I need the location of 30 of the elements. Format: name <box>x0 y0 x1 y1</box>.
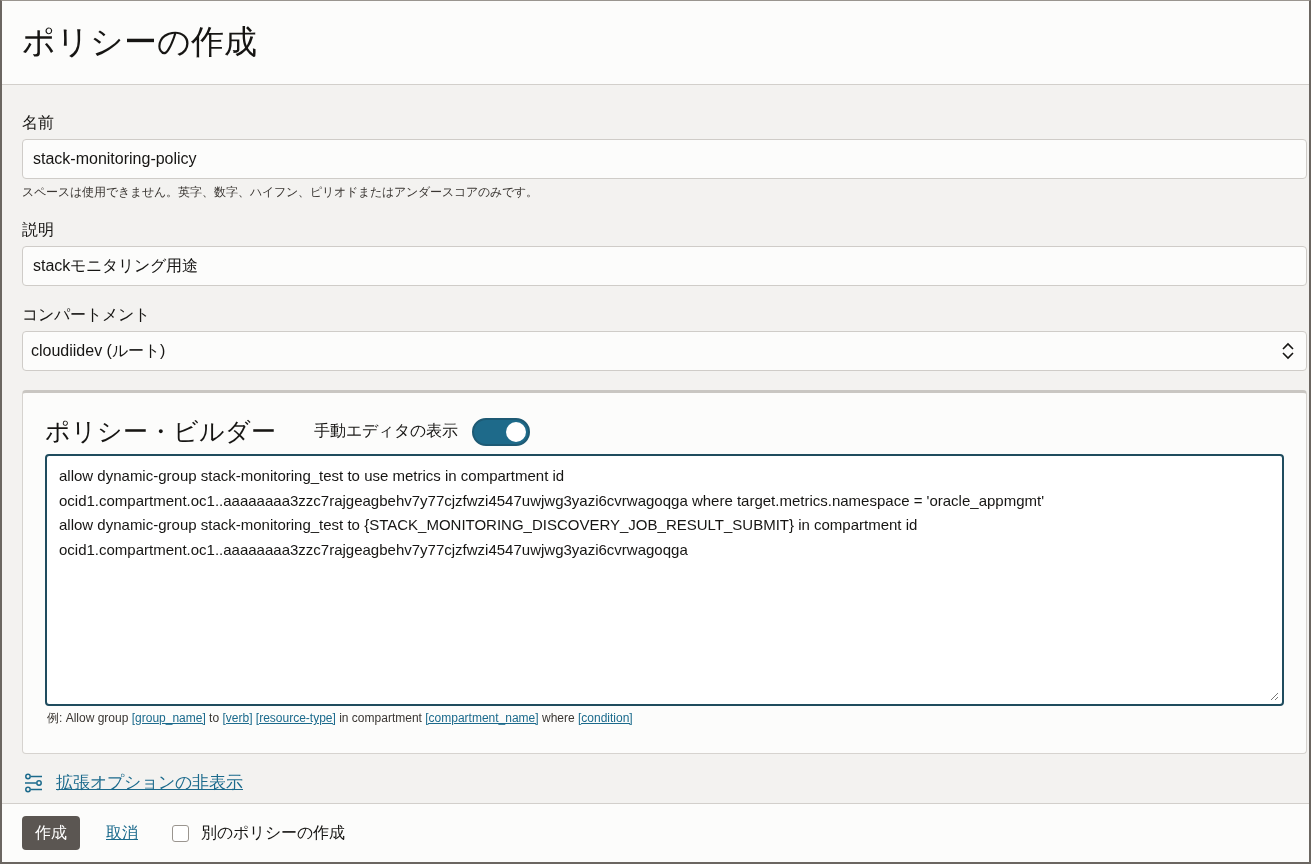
cancel-link[interactable]: 取消 <box>106 822 138 844</box>
field-label: 名前 <box>22 113 55 133</box>
section-title: ポリシー・ビルダー <box>45 416 276 447</box>
example-link[interactable]: [group_name] <box>131 711 206 725</box>
policy-statement-line: ocid1.compartment.oc1..aaaaaaaa3zzc7rajgeagbehv7y77cjzfwzi4547uwjwg3yazi6cvrwagoqga <box>59 539 689 560</box>
policy-editor[interactable] <box>45 454 1284 706</box>
input-field[interactable]: stack-monitoring-policy <box>22 139 1307 179</box>
policy-statement-line: allow dynamic-group stack-monitoring_test to {STACK_MONITORING_DISCOVERY_JOB_RESULT_SUBMIT} in compartment id <box>59 515 919 535</box>
checkbox[interactable] <box>172 824 189 842</box>
example-text: 例: Allow group [group_name] to [verb] [resource-type] in compartment [compartment_name] where [condition] <box>47 710 634 727</box>
policy-statement-line: ocid1.compartment.oc1..aaaaaaaa3zzc7rajgeagbehv7y77cjzfwzi4547uwjwg3yazi6cvrwagoqga where target.metrics.namespace = 'oracle_appmgmt' <box>59 490 1046 511</box>
compartment-select[interactable]: cloudiidev (ルート) <box>22 331 1307 371</box>
sliders-icon <box>24 772 44 793</box>
chevron-up-down-icon <box>1282 342 1294 360</box>
example-link[interactable]: [condition] <box>578 711 633 725</box>
checkbox-label: 別のポリシーの作成 <box>201 822 345 843</box>
example-link[interactable]: [verb] <box>222 711 253 725</box>
field-label: コンパートメント <box>22 305 151 325</box>
example-link[interactable]: [compartment_name] <box>425 711 539 725</box>
hide-advanced-options-link[interactable]: 拡張オプションの非表示 <box>56 771 243 794</box>
create-button[interactable]: 作成 <box>22 816 80 850</box>
page-title: ポリシーの作成 <box>22 22 257 62</box>
policy-statement-line: allow dynamic-group stack-monitoring_test to use metrics in compartment id <box>59 466 566 486</box>
toggle-switch[interactable] <box>472 417 530 446</box>
input-field[interactable]: stackモニタリング用途 <box>22 246 1307 286</box>
example-link[interactable]: [resource-type] <box>255 711 336 725</box>
field-label: 説明 <box>22 220 55 240</box>
toggle-label: 手動エディタの表示 <box>314 421 458 441</box>
resize-grip-icon[interactable] <box>1270 692 1279 701</box>
help-text: スペースは使用できません。英字、数字、ハイフン、ピリオドまたはアンダースコアのみです。 <box>22 184 539 201</box>
